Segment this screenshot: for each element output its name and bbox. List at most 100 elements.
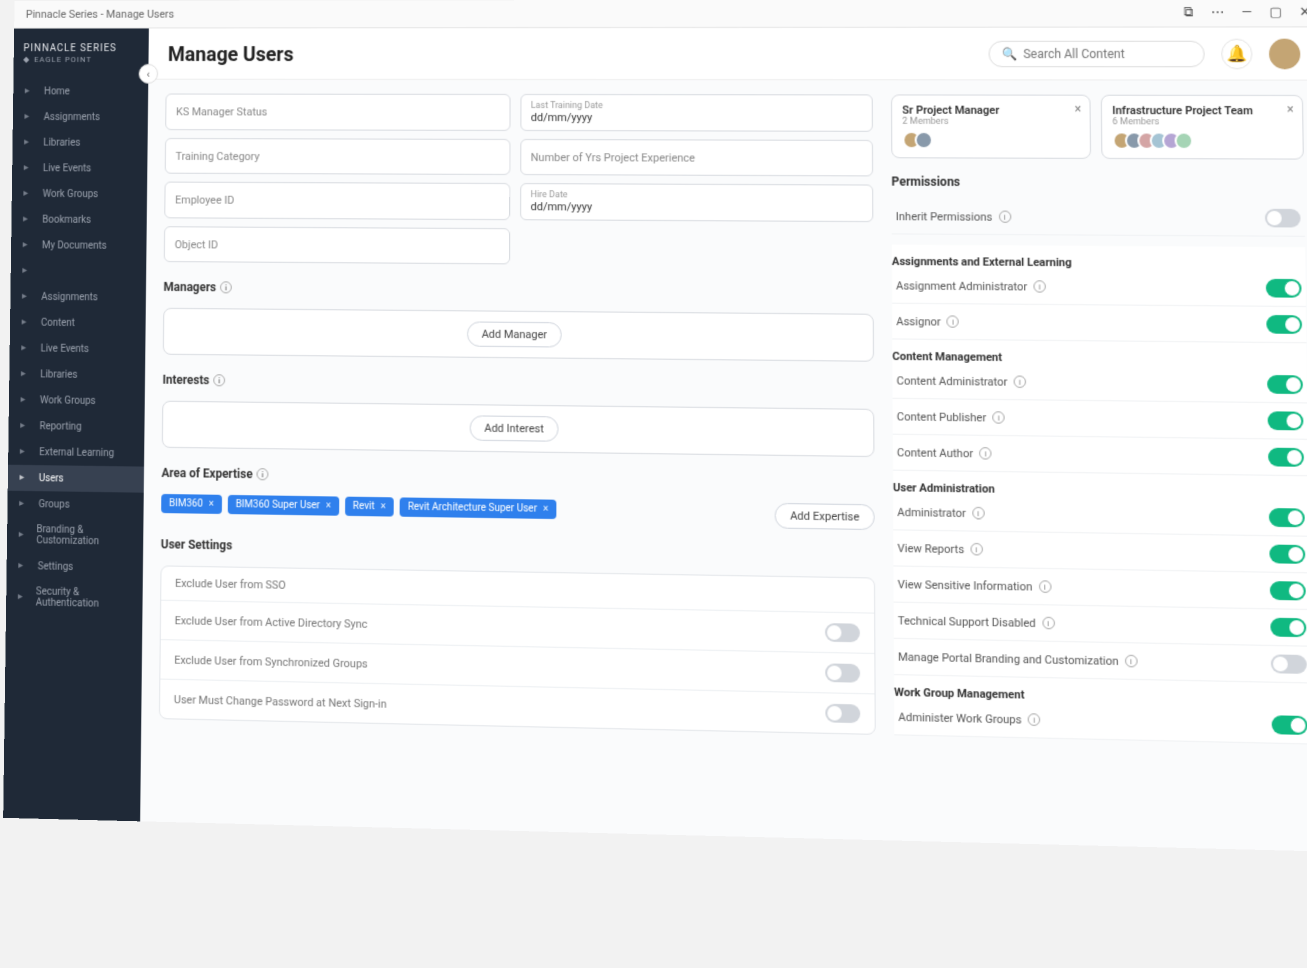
sidebar-item[interactable]: ▸ Content — [10, 310, 146, 337]
search-input[interactable] — [1023, 46, 1191, 60]
sidebar-item[interactable]: ▸Reporting — [8, 413, 144, 441]
permission-toggle[interactable] — [1271, 654, 1307, 674]
team-card[interactable]: ×Infrastructure Project Team6 Members — [1101, 95, 1304, 160]
expertise-chip[interactable]: BIM360× — [161, 494, 222, 514]
sidebar-item[interactable]: ▸Libraries — [12, 130, 147, 156]
info-icon[interactable]: i — [1033, 280, 1045, 292]
sidebar-item[interactable]: ▸ Settings — [6, 553, 143, 581]
add-expertise-button[interactable]: Add Expertise — [775, 503, 875, 530]
add-interest-button[interactable]: Add Interest — [469, 415, 559, 441]
notifications-button[interactable]: 🔔 — [1221, 38, 1253, 69]
nav-item-icon: ▸ — [22, 317, 34, 329]
info-icon[interactable]: i — [1125, 655, 1138, 668]
sidebar-item[interactable]: ▸Libraries — [9, 362, 145, 389]
nav-item-icon: ▸ — [24, 137, 36, 149]
maximize-icon[interactable]: ▢ — [1268, 5, 1283, 19]
cast-icon[interactable]: ⧉ — [1181, 6, 1196, 20]
remove-chip-icon[interactable]: × — [326, 500, 331, 511]
permission-toggle[interactable] — [1269, 545, 1305, 564]
sidebar-item-label: Content — [41, 318, 75, 329]
remove-chip-icon[interactable]: × — [381, 501, 386, 512]
permission-toggle[interactable] — [1270, 581, 1306, 600]
remove-team-icon[interactable]: × — [1287, 102, 1294, 116]
expertise-chips: BIM360× BIM360 Super User× Revit× Revit Arc… — [161, 494, 765, 522]
inherit-permissions-row: Inherit Permissions i — [892, 199, 1305, 237]
info-icon[interactable]: i — [1042, 617, 1055, 630]
permission-row: Assignori — [892, 304, 1306, 344]
sidebar-item[interactable]: ▸ — [11, 258, 147, 285]
info-icon[interactable]: i — [1014, 375, 1026, 387]
employee-id-field[interactable]: Employee ID — [164, 182, 510, 221]
remove-chip-icon[interactable]: × — [543, 504, 548, 515]
hire-date-field[interactable]: Hire Date dd/mm/yyyy — [520, 183, 874, 222]
permission-toggle[interactable] — [1266, 279, 1302, 298]
info-icon[interactable]: i — [970, 543, 982, 556]
sidebar-item[interactable]: ▸Work Groups — [9, 387, 145, 415]
sidebar-item-label: Work Groups — [40, 395, 96, 407]
training-category-field[interactable]: Training Category — [165, 138, 510, 175]
nav-item-icon: ▸ — [18, 560, 30, 572]
sidebar-item[interactable]: ▸Security & Authentication — [6, 579, 143, 618]
sidebar-item[interactable]: ▸Home — [13, 79, 148, 105]
close-icon[interactable]: ✕ — [1298, 5, 1307, 19]
permission-toggle[interactable] — [1272, 715, 1307, 735]
sidebar-item[interactable]: ▸Branding & Customization — [7, 517, 144, 555]
app-body: PINNACLE SERIES ◆ EAGLE POINT ‹ ▸Home▸As… — [3, 27, 1307, 851]
team-card[interactable]: ×Sr Project Manager2 Members — [891, 94, 1091, 158]
nav-item-icon: ▸ — [22, 265, 34, 277]
sidebar-item[interactable]: ▸Live Events — [10, 336, 146, 363]
info-icon[interactable]: i — [220, 281, 232, 293]
remove-chip-icon[interactable]: × — [209, 499, 214, 510]
info-icon[interactable]: i — [1028, 713, 1041, 726]
info-icon[interactable]: i — [972, 507, 984, 520]
sidebar-item[interactable]: ▸External Learning — [8, 439, 144, 467]
add-manager-button[interactable]: Add Manager — [467, 321, 562, 347]
setting-toggle[interactable] — [825, 704, 860, 723]
setting-toggle[interactable] — [825, 663, 860, 682]
expertise-chip[interactable]: BIM360 Super User× — [228, 495, 339, 516]
sidebar-item[interactable]: ▸Work Groups — [12, 181, 148, 207]
more-icon[interactable]: ⋯ — [1210, 6, 1225, 20]
search-box[interactable]: 🔍 — [988, 40, 1204, 67]
object-id-field[interactable]: Object ID — [164, 226, 510, 264]
ks-manager-status-field[interactable]: KS Manager Status — [165, 94, 510, 131]
permission-toggle[interactable] — [1266, 315, 1302, 334]
sidebar-item-label: Assignments — [44, 112, 100, 123]
nav-item-icon: ▸ — [19, 498, 31, 510]
minimize-icon[interactable]: — — [1239, 6, 1254, 20]
sidebar-item[interactable]: ▸My Documents — [11, 233, 147, 260]
sidebar-item-label: Settings — [38, 561, 74, 573]
window-title: Pinnacle Series - Manage Users — [26, 8, 174, 21]
setting-toggle[interactable] — [825, 623, 860, 642]
collapse-sidebar-button[interactable]: ‹ — [139, 64, 159, 84]
info-icon[interactable]: i — [947, 315, 959, 327]
expertise-chip[interactable]: Revit Architecture Super User× — [400, 497, 557, 519]
permission-toggle[interactable] — [1267, 375, 1303, 394]
info-icon[interactable]: i — [1039, 580, 1052, 593]
expertise-chip[interactable]: Revit× — [345, 497, 394, 517]
sidebar-item-label: Reporting — [39, 421, 81, 433]
inherit-permissions-toggle[interactable] — [1265, 209, 1301, 228]
years-experience-field[interactable]: Number of Yrs Project Experience — [520, 139, 873, 176]
sidebar-item[interactable]: ▸Groups — [7, 491, 143, 519]
sidebar-item-label: Users — [39, 473, 64, 484]
info-icon[interactable]: i — [979, 447, 991, 460]
permission-toggle[interactable] — [1270, 618, 1306, 638]
remove-team-icon[interactable]: × — [1075, 102, 1082, 116]
user-avatar[interactable] — [1269, 38, 1301, 69]
permission-toggle[interactable] — [1269, 508, 1305, 527]
info-icon[interactable]: i — [992, 411, 1004, 423]
permission-row: Administer Work Groupsi — [894, 699, 1307, 745]
sidebar-item[interactable]: ▸Users — [8, 465, 144, 493]
brand-line2: ◆ EAGLE POINT — [23, 55, 139, 65]
info-icon[interactable]: i — [256, 468, 268, 480]
permission-toggle[interactable] — [1268, 411, 1304, 430]
info-icon[interactable]: i — [213, 374, 225, 386]
permission-toggle[interactable] — [1268, 448, 1304, 467]
last-training-date-field[interactable]: Last Training Date dd/mm/yyyy — [520, 94, 873, 132]
info-icon[interactable]: i — [998, 211, 1010, 223]
sidebar-item[interactable]: ▸Assignments — [10, 284, 146, 311]
sidebar-item[interactable]: ▸Assignments — [13, 105, 148, 131]
sidebar-item[interactable]: ▸Bookmarks — [11, 207, 147, 233]
sidebar-item[interactable]: ▸Live Events — [12, 156, 147, 182]
